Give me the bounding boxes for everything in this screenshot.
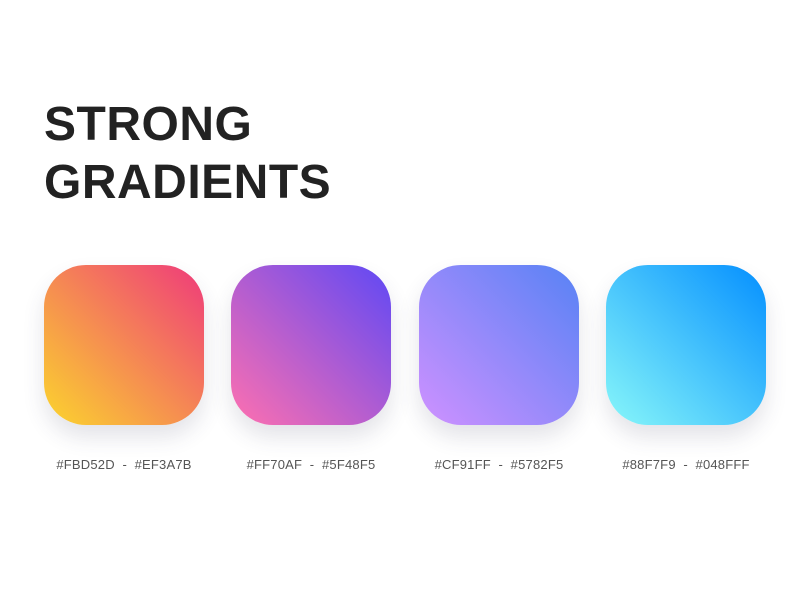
title-line-1: STRONG bbox=[44, 98, 253, 151]
gradient-swatch-2: #FF70AF - #5F48F5 bbox=[231, 265, 391, 472]
gradient-swatch-1: #FBD52D - #EF3A7B bbox=[44, 265, 204, 472]
gradient-tile-4 bbox=[606, 265, 766, 425]
gradient-tile-1 bbox=[44, 265, 204, 425]
title-line-2: GRADIENTS bbox=[44, 156, 332, 209]
gradient-label-2: #FF70AF - #5F48F5 bbox=[246, 457, 376, 472]
gradient-label-1: #FBD52D - #EF3A7B bbox=[56, 457, 192, 472]
gradient-swatch-list: #FBD52D - #EF3A7B #FF70AF - #5F48F5 #CF9… bbox=[0, 265, 800, 485]
gradient-swatch-3: #CF91FF - #5782F5 bbox=[419, 265, 579, 472]
gradient-label-3: #CF91FF - #5782F5 bbox=[434, 457, 564, 472]
page-title: STRONG GRADIENTS bbox=[44, 96, 331, 212]
gradient-tile-2 bbox=[231, 265, 391, 425]
gradient-swatch-4: #88F7F9 - #048FFF bbox=[606, 265, 766, 472]
gradient-tile-3 bbox=[419, 265, 579, 425]
gradient-label-4: #88F7F9 - #048FFF bbox=[622, 457, 750, 472]
